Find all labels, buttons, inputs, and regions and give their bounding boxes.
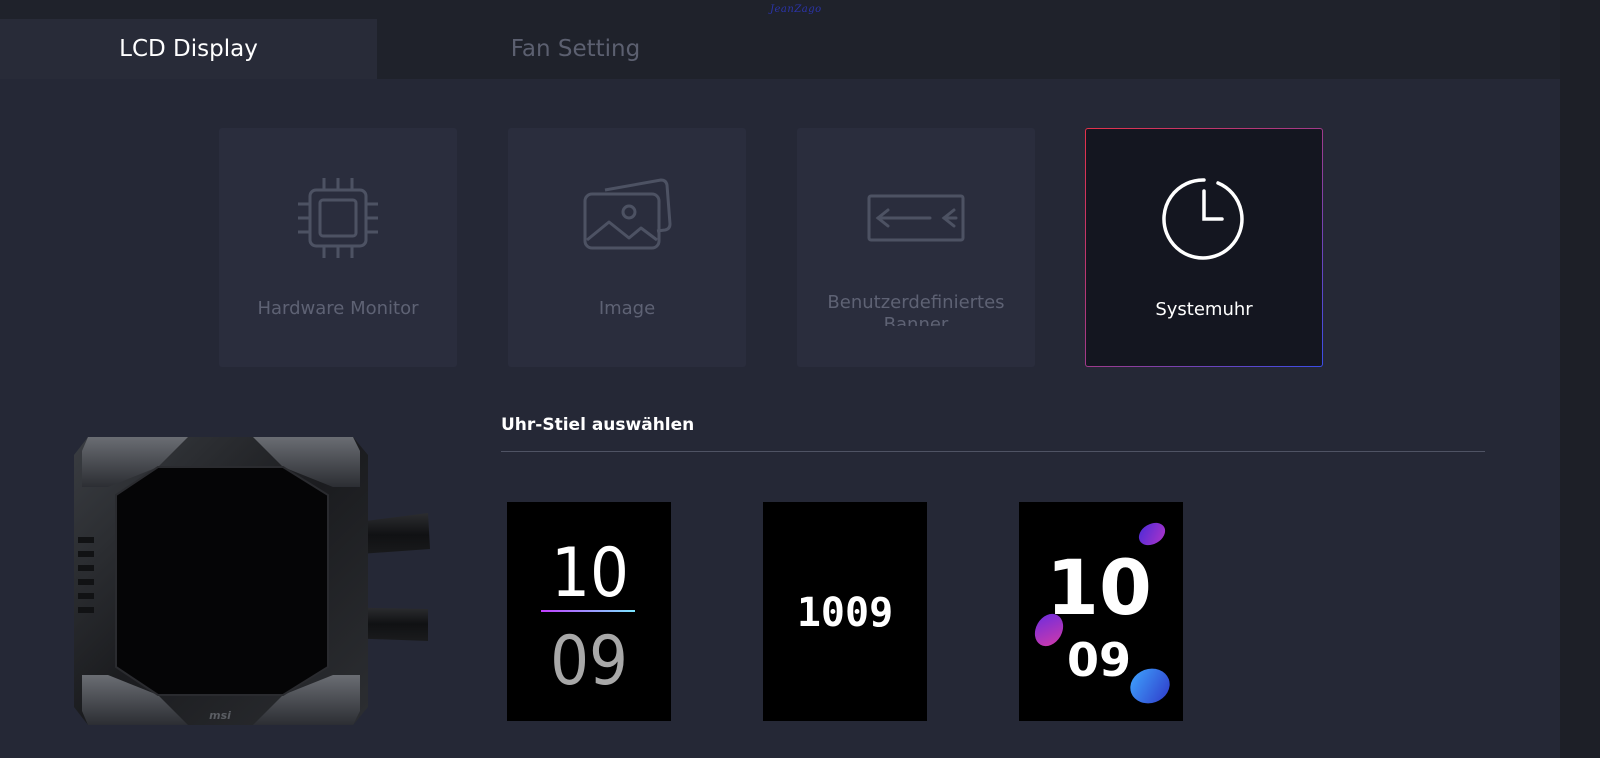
mode-card-hardware-monitor[interactable]: Hardware Monitor	[219, 128, 457, 367]
section-divider	[501, 451, 1485, 452]
mode-label-custom-banner: Benutzerdefiniertes Banner	[827, 292, 1005, 326]
main-panel: Hardware Monitor Image Benutzerdefiniert…	[0, 79, 1560, 758]
tab-fan-setting[interactable]: Fan Setting	[377, 19, 774, 79]
msi-logo: msi	[209, 709, 231, 722]
clock-style-option-2[interactable]: 1009	[763, 502, 927, 721]
mode-label-image: Image	[598, 298, 656, 319]
mode-label-system-clock: Systemuhr	[1155, 299, 1253, 320]
clock-hours-text: 10	[551, 534, 629, 613]
image-stack-icon	[508, 168, 746, 268]
clock-minutes-text: 09	[1067, 633, 1131, 687]
clock-style-option-3[interactable]: 10 09	[1019, 502, 1183, 721]
clock-hours-text: 10	[1046, 543, 1152, 632]
signature-watermark: JeanZago	[770, 4, 822, 15]
tab-bar: LCD Display Fan Setting	[0, 19, 1560, 79]
clock-style-heading: Uhr-Stiel auswählen	[501, 415, 695, 435]
cooler-preview-image: msi	[68, 427, 438, 727]
clock-icon	[1086, 169, 1322, 269]
banner-scroll-icon	[797, 168, 1035, 268]
right-edge-strip	[1560, 0, 1600, 758]
app-window: JeanZago LCD Display Fan Setting Hardwar…	[0, 0, 1600, 758]
clock-digits-text: 1009	[797, 590, 893, 636]
clock-minutes-text: 09	[550, 622, 628, 701]
mode-card-image[interactable]: Image	[508, 128, 746, 367]
mode-label-hardware-monitor: Hardware Monitor	[257, 298, 419, 319]
mode-card-system-clock[interactable]: Systemuhr	[1085, 128, 1323, 367]
cpu-chip-icon	[219, 168, 457, 268]
mode-card-custom-banner[interactable]: Benutzerdefiniertes Banner	[797, 128, 1035, 367]
clock-style-option-1[interactable]: 10 09	[507, 502, 671, 721]
tab-lcd-display[interactable]: LCD Display	[0, 19, 377, 79]
